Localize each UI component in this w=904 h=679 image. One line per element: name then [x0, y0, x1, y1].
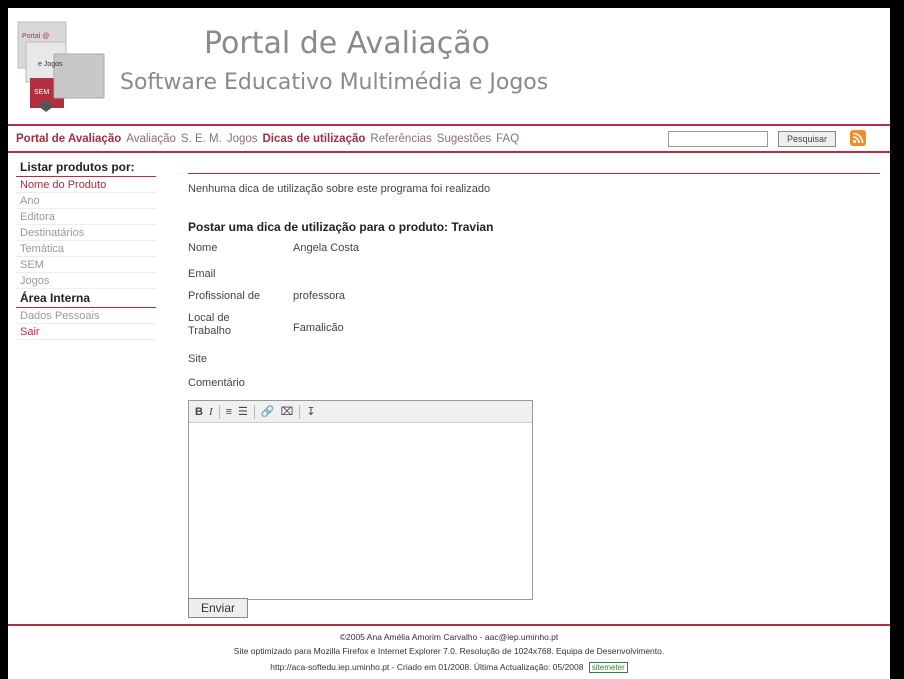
- sidebar-item-sem[interactable]: SEM: [16, 257, 156, 273]
- editor-toolbar: B I ≡ ☰ 🔗 ⌧ ↧: [189, 401, 532, 423]
- link-icon[interactable]: 🔗: [261, 405, 275, 418]
- sidebar-item-jogos[interactable]: Jogos: [16, 273, 156, 289]
- field-value-local[interactable]: Famalicão: [293, 322, 344, 334]
- field-label-local: Local de Trabalho: [188, 312, 232, 337]
- main-nav: Portal de Avaliação Avaliação S. E. M. J…: [16, 129, 524, 149]
- no-tips-message: Nenhuma dica de utilização sobre este pr…: [188, 183, 491, 195]
- sidebar-item-dados-pessoais[interactable]: Dados Pessoais: [16, 308, 156, 324]
- portal-logo[interactable]: Portal @ e Jogos SEM: [16, 14, 114, 118]
- field-value-profissional[interactable]: professora: [293, 290, 345, 302]
- sidebar-heading: Listar produtos por:: [16, 158, 156, 177]
- sitemeter-badge[interactable]: sitemeter: [588, 662, 628, 673]
- nav-sugestoes[interactable]: Sugestões: [437, 133, 491, 145]
- unordered-list-button[interactable]: ☰: [238, 405, 248, 418]
- nav-faq[interactable]: FAQ: [496, 133, 519, 145]
- toolbar-separator: [253, 404, 255, 419]
- submit-button[interactable]: Enviar: [188, 598, 248, 618]
- rss-icon[interactable]: [850, 130, 866, 146]
- site-title: Portal de Avaliação: [204, 26, 490, 61]
- footer-copyright: ©2005 Ana Amélia Amorim Carvalho - aac@i…: [339, 632, 559, 642]
- field-label-profissional: Profissional de: [188, 290, 261, 302]
- content-divider: [188, 173, 880, 174]
- nav-jogos[interactable]: Jogos: [227, 133, 258, 145]
- ordered-list-button[interactable]: ≡: [226, 406, 232, 418]
- comment-editor[interactable]: B I ≡ ☰ 🔗 ⌧ ↧: [188, 400, 533, 600]
- nav-divider-top: [8, 124, 890, 126]
- sidebar-item-sair[interactable]: Sair: [16, 324, 156, 340]
- nav-sem[interactable]: S. E. M.: [181, 133, 222, 145]
- field-label-site: Site: [188, 353, 207, 365]
- search-input[interactable]: [668, 131, 768, 147]
- footer-url-line: http://aca-softedu.iep.uminho.pt - Criad…: [8, 662, 890, 673]
- nav-referencias[interactable]: Referências: [370, 133, 431, 145]
- sidebar: Listar produtos por: Nome do Produto Ano…: [16, 158, 156, 340]
- toolbar-separator: [299, 404, 301, 419]
- field-label-comentario: Comentário: [188, 377, 245, 389]
- sidebar-item-ano[interactable]: Ano: [16, 193, 156, 209]
- sidebar-item-destinatarios[interactable]: Destinatários: [16, 225, 156, 241]
- clear-format-icon[interactable]: ↧: [306, 405, 315, 418]
- search-button[interactable]: Pesquisar: [778, 131, 836, 147]
- footer-divider: [8, 624, 890, 626]
- nav-avaliacao[interactable]: Avaliação: [126, 133, 176, 145]
- page: Portal @ e Jogos SEM Portal de Avaliação…: [8, 8, 890, 679]
- site-subtitle: Software Educativo Multimédia e Jogos: [120, 70, 549, 95]
- nav-dicas[interactable]: Dicas de utilização: [263, 133, 366, 145]
- logo-text-3: SEM: [34, 89, 49, 96]
- footer-url-text: http://aca-softedu.iep.uminho.pt - Criad…: [270, 662, 584, 672]
- field-label-nome: Nome: [188, 242, 218, 254]
- toolbar-separator: [218, 404, 220, 419]
- italic-button[interactable]: I: [209, 406, 213, 418]
- post-tip-title: Postar uma dica de utilização para o pro…: [188, 220, 494, 234]
- logo-text-1: Portal @: [22, 33, 49, 40]
- unlink-icon[interactable]: ⌧: [281, 405, 294, 418]
- field-label-email: Email: [188, 268, 216, 280]
- logo-text-2: e Jogos: [38, 61, 63, 68]
- sidebar-item-editora[interactable]: Editora: [16, 209, 156, 225]
- sidebar-item-tematica[interactable]: Temática: [16, 241, 156, 257]
- nav-divider-bottom: [8, 151, 890, 153]
- sidebar-item-nome-produto[interactable]: Nome do Produto: [16, 177, 156, 193]
- footer-optimization: Site optimizado para Mozilla Firefox e I…: [233, 646, 665, 656]
- bold-button[interactable]: B: [195, 406, 203, 418]
- field-value-nome[interactable]: Angela Costa: [293, 242, 359, 254]
- sidebar-area-heading: Área Interna: [16, 289, 156, 308]
- nav-portal[interactable]: Portal de Avaliação: [16, 133, 121, 145]
